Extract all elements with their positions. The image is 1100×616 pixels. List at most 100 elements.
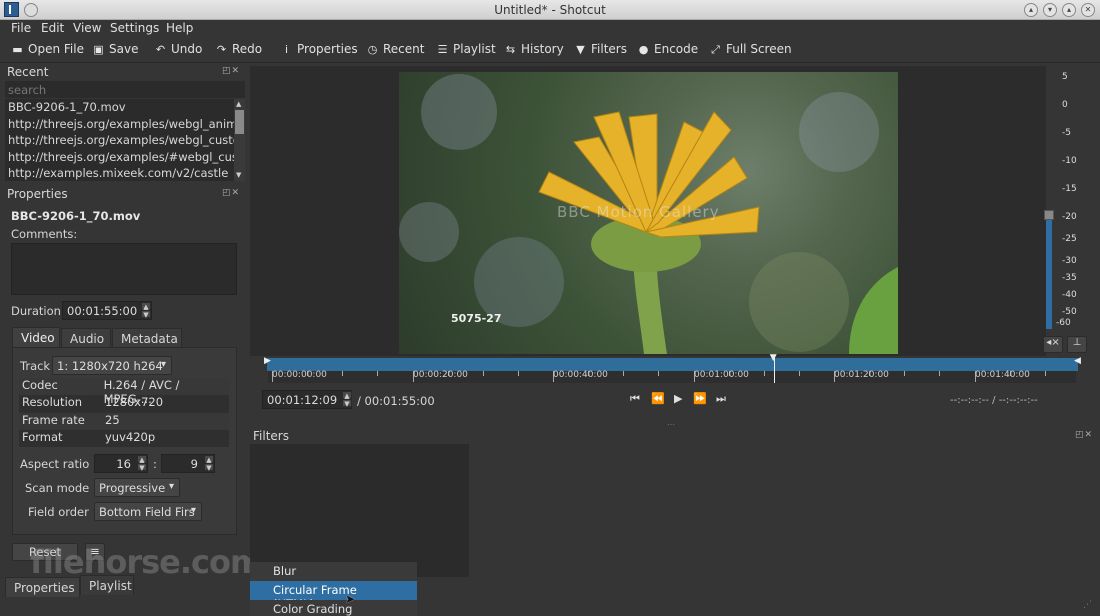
scroll-down-icon[interactable]: ▼ bbox=[236, 171, 241, 179]
redo-button[interactable]: ↷ Redo bbox=[215, 42, 262, 56]
scrub-bar[interactable] bbox=[267, 358, 1078, 371]
tab-audio[interactable]: Audio bbox=[61, 328, 111, 348]
list-icon: ☰ bbox=[437, 43, 448, 56]
list-item[interactable]: http://threejs.org/examples/#webgl_cust.… bbox=[5, 149, 234, 166]
skip-to-end-icon[interactable]: ⏭ bbox=[716, 392, 726, 406]
table-row: Resolution 1280x720 bbox=[19, 395, 229, 413]
maximize-window-icon[interactable]: ▴ bbox=[1062, 3, 1076, 17]
position-spin-up-icon[interactable]: ▲ bbox=[342, 391, 352, 400]
scroll-up-icon[interactable]: ▲ bbox=[236, 100, 241, 108]
ruler-tick bbox=[482, 371, 484, 376]
ruler-timecode: 00:01:20:00 bbox=[834, 370, 889, 380]
encode-icon: ● bbox=[638, 43, 649, 56]
filter-menu-item[interactable]: Blur bbox=[250, 562, 417, 581]
aspect-w-spin-up-icon[interactable]: ▲ bbox=[137, 455, 147, 464]
skip-to-start-icon[interactable]: ⏮ bbox=[630, 392, 640, 406]
ruler-timecode: 00:01:00:00 bbox=[694, 370, 749, 380]
undo-button[interactable]: ↶ Undo bbox=[154, 42, 202, 56]
redo-icon: ↷ bbox=[216, 43, 227, 56]
meter-label: -15 bbox=[1062, 184, 1077, 194]
aspect-w-spin-down-icon[interactable]: ▼ bbox=[137, 463, 147, 472]
meter-label: -40 bbox=[1062, 290, 1077, 300]
splitter-handle[interactable]: ⋯ bbox=[667, 420, 675, 429]
filters-panel-title: Filters bbox=[253, 429, 289, 443]
play-icon[interactable]: ▶ bbox=[674, 392, 682, 405]
ruler-tick bbox=[763, 371, 765, 376]
filter-menu-item[interactable]: Circular Frame (HTML) bbox=[250, 581, 417, 611]
fullscreen-icon: ⤢ bbox=[711, 43, 720, 56]
floppy-icon: ▣ bbox=[93, 43, 104, 56]
ruler-tick bbox=[939, 371, 941, 376]
filter-menu-item[interactable]: Color Grading bbox=[250, 600, 417, 616]
minimize-window-icon[interactable]: ▾ bbox=[1043, 3, 1057, 17]
recent-button[interactable]: ◷ Recent bbox=[366, 42, 425, 56]
open-file-button[interactable]: ▬ Open File bbox=[11, 42, 84, 56]
scan-mode-combo[interactable]: Progressive bbox=[94, 478, 180, 497]
out-point-icon[interactable]: ◀ bbox=[1074, 356, 1081, 366]
rewind-icon[interactable]: ⏪ bbox=[651, 392, 665, 405]
recent-search-input[interactable]: search bbox=[5, 81, 245, 98]
meter-reset-icon[interactable]: ⊥ bbox=[1067, 336, 1087, 353]
ruler-tick bbox=[623, 371, 625, 376]
title-bar: Untitled* - Shotcut ▴ ▾ ▴ ✕ bbox=[0, 0, 1100, 20]
filters-button[interactable]: ▼ Filters bbox=[574, 42, 627, 56]
clock-icon: ◷ bbox=[367, 43, 378, 56]
meter-label: -30 bbox=[1062, 256, 1077, 266]
mute-icon[interactable]: ◂× bbox=[1043, 336, 1063, 353]
close-window-icon[interactable]: ✕ bbox=[1081, 3, 1095, 17]
menu-settings[interactable]: Settings bbox=[110, 21, 159, 35]
field-order-combo[interactable]: Bottom Field Firs bbox=[94, 502, 202, 521]
tab-video[interactable]: Video bbox=[12, 327, 60, 347]
recent-dock-buttons[interactable]: ◰✕ bbox=[222, 66, 240, 76]
list-item[interactable]: http://examples.mixeek.com/v2/castle bbox=[5, 165, 234, 181]
meter-label: 5 bbox=[1062, 72, 1068, 82]
full-screen-button[interactable]: ⤢ Full Screen bbox=[709, 42, 792, 57]
duration-spin-up-icon[interactable]: ▲ bbox=[141, 302, 151, 311]
total-duration: / 00:01:55:00 bbox=[357, 394, 435, 408]
properties-button[interactable]: i Properties bbox=[280, 42, 358, 56]
position-field[interactable]: 00:01:12:09 bbox=[262, 390, 352, 409]
meter-label: -35 bbox=[1062, 273, 1077, 283]
bottom-tab-properties[interactable]: Properties bbox=[5, 577, 80, 597]
aspect-h-spin-down-icon[interactable]: ▼ bbox=[204, 463, 214, 472]
playlist-button[interactable]: ☰ Playlist bbox=[436, 42, 496, 56]
save-button[interactable]: ▣ Save bbox=[92, 42, 138, 56]
duration-field[interactable]: 00:01:55:00 bbox=[62, 301, 152, 320]
history-button[interactable]: ⇆ History bbox=[504, 42, 564, 56]
aspect-h-spin-up-icon[interactable]: ▲ bbox=[204, 455, 214, 464]
fast-forward-icon[interactable]: ⏩ bbox=[693, 392, 707, 405]
playhead-handle-icon[interactable]: ▼ bbox=[770, 353, 777, 363]
ruler-tick bbox=[377, 371, 379, 376]
list-item[interactable]: http://threejs.org/examples/webgl_custo.… bbox=[5, 132, 234, 149]
resize-grip-icon[interactable]: ⋰ bbox=[1083, 600, 1092, 610]
track-combo[interactable]: 1: 1280x720 h264 bbox=[52, 356, 172, 375]
list-item[interactable]: http://threejs.org/examples/webgl_anima.… bbox=[5, 116, 234, 133]
list-item[interactable]: BBC-9206-1_70.mov bbox=[5, 99, 234, 116]
duration-spin-down-icon[interactable]: ▼ bbox=[141, 310, 151, 319]
ruler-timecode: 00:01:40:00 bbox=[975, 370, 1030, 380]
meter-label: -20 bbox=[1062, 212, 1077, 222]
track-label: Track bbox=[20, 359, 51, 373]
shade-window-icon[interactable]: ▴ bbox=[1024, 3, 1038, 17]
recent-list: BBC-9206-1_70.mov http://threejs.org/exa… bbox=[5, 99, 234, 181]
filters-dock-buttons[interactable]: ◰✕ bbox=[1075, 430, 1093, 440]
in-point-icon[interactable]: ▶ bbox=[264, 356, 271, 366]
menu-view[interactable]: View bbox=[73, 21, 101, 35]
mouse-cursor-icon: ➤ bbox=[345, 592, 356, 606]
ruler-timecode: 00:00:40:00 bbox=[553, 370, 608, 380]
tab-metadata[interactable]: Metadata bbox=[112, 328, 182, 348]
encode-button[interactable]: ● Encode bbox=[637, 42, 698, 56]
menu-help[interactable]: Help bbox=[166, 21, 193, 35]
window-title: Untitled* - Shotcut bbox=[494, 3, 606, 17]
recent-scrollbar-thumb[interactable] bbox=[235, 110, 244, 134]
bottom-tab-playlist[interactable]: Playlist bbox=[80, 575, 134, 595]
properties-dock-buttons[interactable]: ◰✕ bbox=[222, 188, 240, 198]
table-row: Codec H.264 / AVC / MPEG-... bbox=[19, 378, 229, 406]
aspect-ratio-label: Aspect ratio bbox=[20, 457, 90, 471]
menu-file[interactable]: File bbox=[11, 21, 31, 35]
position-spin-down-icon[interactable]: ▼ bbox=[342, 399, 352, 408]
aspect-separator: : bbox=[153, 457, 157, 471]
comments-field[interactable] bbox=[11, 243, 237, 295]
menu-edit[interactable]: Edit bbox=[41, 21, 64, 35]
meter-label: -5 bbox=[1062, 128, 1071, 138]
